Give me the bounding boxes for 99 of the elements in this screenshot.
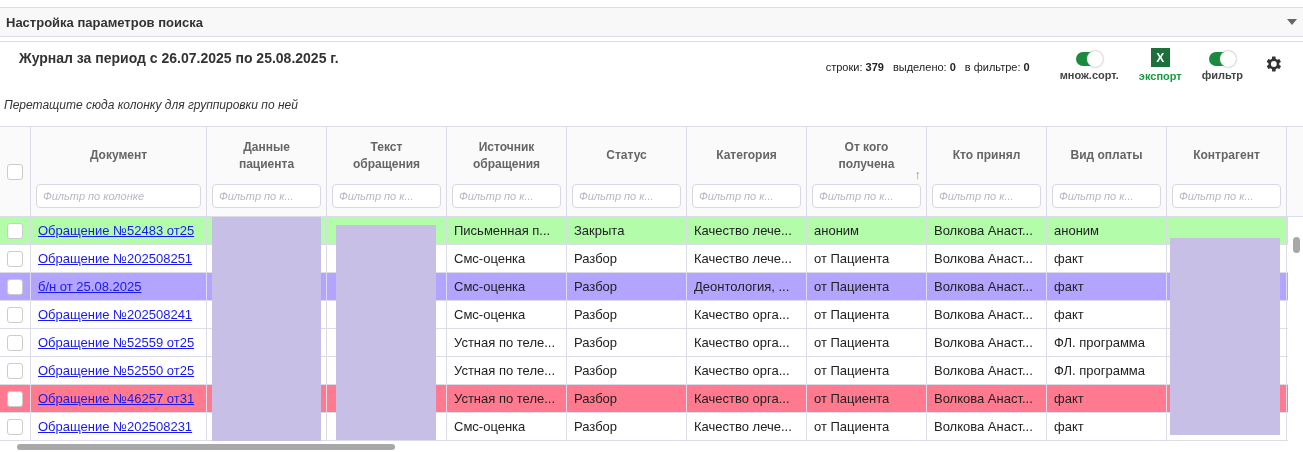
- column-header[interactable]: Категория: [716, 147, 777, 164]
- select-all-checkbox[interactable]: [7, 163, 23, 180]
- column-header[interactable]: Документ: [89, 147, 148, 164]
- column-header[interactable]: Статус: [606, 147, 647, 164]
- column-filter-field[interactable]: Фильтр по к...: [692, 184, 801, 208]
- table-cell: факт: [1054, 391, 1084, 406]
- table-cell: ФЛ. программа: [1054, 335, 1145, 350]
- table-cell: Устная по теле...: [454, 391, 556, 406]
- stat-text: выделено: 0: [892, 61, 956, 73]
- journal-title: Журнал за период с 26.07.2025 по 25.08.2025 г.: [19, 49, 339, 68]
- toggle-label: множ.сорт.: [1059, 69, 1119, 81]
- table-cell: факт: [1054, 307, 1084, 322]
- table-cell: от Пациента: [814, 363, 890, 378]
- table-cell: Деонтология, ...: [694, 279, 790, 294]
- table-cell: Смс-оценка: [454, 251, 526, 266]
- document-link[interactable]: Обращение №52483 от25: [38, 223, 195, 238]
- table-cell: Качество лече...: [694, 419, 792, 434]
- stat-text: в фильтре: 0: [964, 61, 1030, 73]
- row-checkbox[interactable]: [7, 362, 23, 379]
- table-cell: Разбор: [574, 391, 618, 406]
- table-cell: от Пациента: [814, 391, 890, 406]
- row-checkbox[interactable]: [7, 390, 23, 407]
- table-cell: ФЛ. программа: [1054, 363, 1145, 378]
- row-checkbox[interactable]: [7, 250, 23, 267]
- table-cell: факт: [1054, 279, 1084, 294]
- document-link[interactable]: Обращение №202508231: [38, 419, 193, 434]
- column-header[interactable]: Вид оплаты: [1070, 147, 1143, 164]
- export-link[interactable]: экспорт: [1138, 70, 1182, 82]
- table-cell: от Пациента: [814, 419, 890, 434]
- table-cell: Разбор: [574, 251, 618, 266]
- document-link[interactable]: Обращение №46257 от31: [38, 391, 195, 406]
- table-cell: Качество орга...: [694, 307, 790, 322]
- table-cell: Разбор: [574, 279, 618, 294]
- table-cell: Волкова Анаст...: [934, 223, 1033, 238]
- table-cell: Волкова Анаст...: [934, 251, 1033, 266]
- table-cell: от Пациента: [814, 335, 890, 350]
- table-cell: Разбор: [574, 335, 618, 350]
- document-link[interactable]: Обращение №202508251: [38, 251, 193, 266]
- table-cell: Закрыта: [574, 223, 625, 238]
- column-filter-field[interactable]: Фильтр по к...: [212, 184, 321, 208]
- table-cell: Смс-оценка: [454, 419, 526, 434]
- document-link[interactable]: Обращение №202508241: [38, 307, 193, 322]
- document-link[interactable]: Обращение №52550 от25: [38, 363, 195, 378]
- table-cell: Смс-оценка: [454, 307, 526, 322]
- column-filter-field[interactable]: Фильтр по к...: [452, 184, 561, 208]
- caret-icon[interactable]: [1287, 19, 1297, 25]
- table-cell: Волкова Анаст...: [934, 335, 1033, 350]
- stat-text: строки: 379: [825, 61, 884, 73]
- table-cell: факт: [1054, 251, 1084, 266]
- group-hint: Перетащите сюда колонку для группировки по ней: [3, 98, 298, 112]
- table-cell: от Пациента: [814, 307, 890, 322]
- table-cell: Качество лече...: [694, 251, 792, 266]
- column-header[interactable]: Источник обращения: [461, 138, 552, 173]
- table-cell: Волкова Анаст...: [934, 363, 1033, 378]
- toggle-switch[interactable]: [1209, 52, 1236, 66]
- column-filter-field[interactable]: Фильтр по к...: [1172, 184, 1281, 208]
- column-header[interactable]: Кто принял: [952, 147, 1021, 164]
- document-link[interactable]: Обращение №52559 от25: [38, 335, 195, 350]
- table-cell: Качество орга...: [694, 391, 790, 406]
- table-cell: Разбор: [574, 363, 618, 378]
- row-checkbox[interactable]: [7, 222, 23, 239]
- table-cell: от Пациента: [814, 251, 890, 266]
- column-header[interactable]: Контрагент: [1193, 147, 1260, 164]
- excel-export-icon[interactable]: X: [1150, 48, 1170, 67]
- table-cell: аноним: [1054, 223, 1100, 238]
- table-cell: Волкова Анаст...: [934, 307, 1033, 322]
- table-cell: Волкова Анаст...: [934, 419, 1033, 434]
- table-cell: Качество орга...: [694, 335, 790, 350]
- table-cell: Волкова Анаст...: [934, 279, 1033, 294]
- row-checkbox[interactable]: [7, 418, 23, 435]
- column-filter-field[interactable]: Фильтр по к...: [572, 184, 681, 208]
- table-cell: Разбор: [574, 307, 618, 322]
- table-cell: Смс-оценка: [454, 279, 526, 294]
- column-filter-field[interactable]: Фильтр по к...: [1052, 184, 1161, 208]
- row-checkbox[interactable]: [7, 306, 23, 323]
- column-filter-field[interactable]: Фильтр по к...: [332, 184, 441, 208]
- table-cell: от Пациента: [814, 279, 890, 294]
- toggle-label: фильтр: [1201, 69, 1243, 81]
- column-filter-field[interactable]: Фильтр по колонке: [36, 184, 201, 208]
- table-cell: Письменная п...: [454, 223, 551, 238]
- toggle-switch[interactable]: [1076, 52, 1103, 66]
- row-checkbox[interactable]: [7, 278, 23, 295]
- table-cell: Устная по теле...: [454, 335, 556, 350]
- table-cell: аноним: [814, 223, 860, 238]
- table-cell: Качество лече...: [694, 223, 792, 238]
- table-cell: Устная по теле...: [454, 363, 556, 378]
- column-filter-field[interactable]: Фильтр по к...: [932, 184, 1041, 208]
- document-link[interactable]: б/н от 25.08.2025: [38, 279, 142, 294]
- column-filter-field[interactable]: Фильтр по к...: [812, 184, 921, 208]
- column-header[interactable]: Текст обращения: [341, 138, 432, 173]
- table-cell: Качество орга...: [694, 363, 790, 378]
- column-header[interactable]: От кого получена: [821, 138, 912, 173]
- search-settings-bar[interactable]: Настройка параметров поиска: [0, 7, 1303, 37]
- table-cell: Разбор: [574, 419, 618, 434]
- row-checkbox[interactable]: [7, 334, 23, 351]
- column-header[interactable]: Данные пациента: [221, 138, 312, 173]
- table-cell: Волкова Анаст...: [934, 391, 1033, 406]
- table-cell: факт: [1054, 419, 1084, 434]
- search-settings-title: Настройка параметров поиска: [6, 14, 203, 30]
